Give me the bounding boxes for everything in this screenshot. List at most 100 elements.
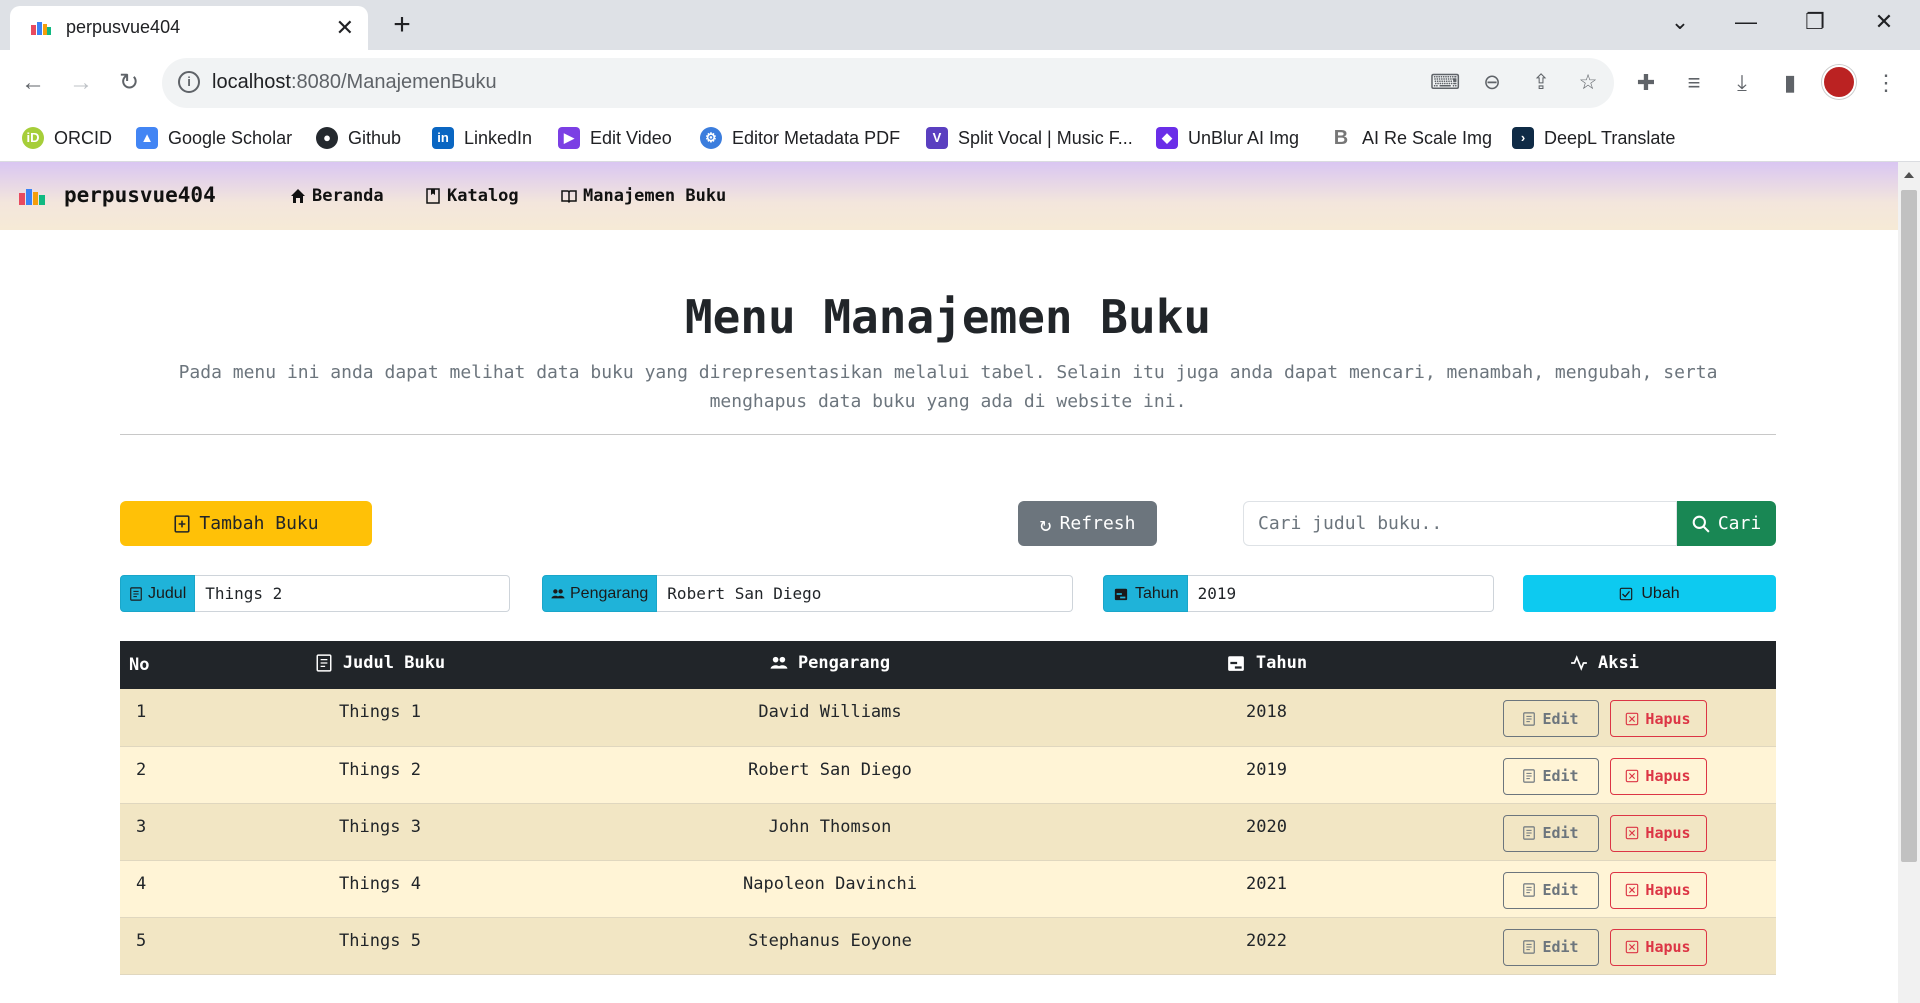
header-divider	[120, 434, 1776, 435]
delete-button[interactable]: Hapus	[1609, 814, 1707, 852]
scroll-up-arrow-icon[interactable]	[1904, 172, 1914, 178]
close-window-icon[interactable]: ✕	[1864, 8, 1904, 36]
table-row: 3 Things 3 John Thomson 2020 Edit Hapus	[120, 803, 1776, 861]
cell-aksi: Edit Hapus	[1433, 803, 1776, 861]
restore-icon[interactable]: ❐	[1795, 8, 1835, 36]
add-book-button[interactable]: Tambah Buku	[120, 501, 372, 546]
pengarang-field[interactable]	[657, 575, 1073, 612]
scroll-thumb[interactable]	[1901, 190, 1917, 862]
refresh-icon: ↻	[1039, 511, 1052, 536]
orcid-icon: iD	[22, 127, 44, 149]
books-favicon-icon	[31, 22, 51, 35]
menu-kebab-icon[interactable]: ⋮	[1868, 64, 1904, 102]
books-logo-icon	[19, 189, 45, 205]
tahun-field[interactable]	[1187, 575, 1494, 612]
bookmark-editor-metadata-pdf[interactable]: ⚙ Editor Metadata PDF	[700, 124, 900, 152]
tab-search-chevron-icon[interactable]: ⌄	[1660, 8, 1700, 36]
bookmark-linkedin[interactable]: in LinkedIn	[432, 124, 532, 152]
url-text[interactable]: localhost:8080/ManajemenBuku	[212, 71, 497, 94]
search-icon	[1692, 515, 1710, 533]
bookmark-split-vocal[interactable]: V Split Vocal | Music F...	[926, 124, 1133, 152]
judul-field[interactable]	[195, 575, 510, 612]
cell-no: 4	[120, 860, 200, 918]
cell-tahun: 2018	[1100, 689, 1433, 747]
journal-edit-icon	[1523, 769, 1536, 783]
page-scrollbar[interactable]	[1898, 162, 1920, 1003]
journal-edit-icon	[1523, 826, 1536, 840]
people-icon	[770, 656, 788, 669]
delete-button[interactable]: Hapus	[1609, 700, 1707, 737]
cell-judul: Things 2	[200, 746, 560, 804]
github-icon: ●	[316, 127, 338, 149]
bookmark-orcid[interactable]: iD ORCID	[22, 124, 112, 152]
linkedin-icon: in	[432, 127, 454, 149]
download-icon[interactable]: ⤓	[1724, 64, 1760, 102]
forward-arrow-icon[interactable]: →	[62, 64, 100, 102]
table-row: 1 Things 1 David Williams 2018 Edit Hapus	[120, 689, 1776, 747]
journal-edit-icon	[1523, 711, 1536, 726]
bookmarks-bar: iD ORCID ▲ Google Scholar ● Github in Li…	[0, 116, 1920, 162]
edit-button[interactable]: Edit	[1502, 757, 1599, 795]
x-square-icon	[1626, 712, 1639, 725]
bookmark-ai-rescale[interactable]: B AI Re Scale Img	[1330, 124, 1492, 152]
update-button[interactable]: Ubah	[1523, 575, 1776, 612]
books-table: No Judul Buku Pengarang Tahun Aksi 1 Thi…	[120, 641, 1776, 975]
share-icon[interactable]: ⇪	[1528, 70, 1554, 96]
delete-button[interactable]: Hapus	[1609, 928, 1707, 966]
header-no: No	[120, 641, 200, 689]
vocal-remover-icon: V	[926, 127, 948, 149]
page-viewport: perpusvue404 Beranda Katalog Manajemen B…	[0, 162, 1898, 1003]
journal-edit-icon	[1523, 940, 1536, 954]
tahun-label: Tahun	[1103, 575, 1188, 612]
address-bar[interactable]: i localhost:8080/ManajemenBuku ⌨ ⊖ ⇪ ☆	[162, 58, 1614, 108]
header-aksi: Aksi	[1433, 641, 1776, 689]
bookmark-deepl[interactable]: › DeepL Translate	[1512, 124, 1675, 152]
bookmark-unblur[interactable]: ◆ UnBlur AI Img	[1156, 124, 1299, 152]
minimize-icon[interactable]: —	[1726, 8, 1766, 36]
reload-icon[interactable]: ↻	[110, 64, 148, 102]
bookmark-edit-video[interactable]: ▶ Edit Video	[558, 124, 672, 152]
search-button[interactable]: Cari	[1677, 501, 1776, 546]
check-square-icon	[1620, 587, 1633, 600]
bookmark-star-icon[interactable]: ☆	[1575, 70, 1601, 96]
table-row: 2 Things 2 Robert San Diego 2019 Edit Hapus	[120, 746, 1776, 804]
cell-judul: Things 1	[200, 689, 560, 747]
side-panel-icon[interactable]: ▮	[1772, 64, 1808, 102]
pengarang-label: Pengarang	[542, 575, 658, 612]
cell-tahun: 2022	[1100, 917, 1433, 975]
activity-icon	[1571, 655, 1587, 671]
delete-button[interactable]: Hapus	[1609, 871, 1707, 909]
edit-button[interactable]: Edit	[1502, 928, 1599, 966]
journal-text-icon	[130, 586, 142, 601]
delete-button[interactable]: Hapus	[1609, 757, 1707, 795]
new-tab-button[interactable]: +	[384, 8, 420, 44]
back-arrow-icon[interactable]: ←	[14, 64, 52, 102]
refresh-button[interactable]: ↻ Refresh	[1018, 501, 1157, 546]
cell-pengarang: Robert San Diego	[560, 746, 1100, 804]
zoom-icon[interactable]: ⊖	[1479, 70, 1505, 96]
journal-plus-icon	[174, 514, 190, 533]
tab-close-icon[interactable]: ✕	[336, 14, 354, 42]
edit-button[interactable]: Edit	[1502, 700, 1599, 737]
translate-icon[interactable]: ⌨	[1430, 70, 1460, 96]
x-square-icon	[1626, 883, 1639, 897]
bookmark-google-scholar[interactable]: ▲ Google Scholar	[136, 124, 292, 152]
page-title: Menu Manajemen Buku	[684, 290, 1212, 344]
browser-tab[interactable]: perpusvue404 ✕	[10, 6, 368, 50]
media-queue-icon[interactable]: ≡	[1676, 64, 1712, 102]
cell-no: 3	[120, 803, 200, 861]
site-info-icon[interactable]: i	[178, 71, 200, 93]
cell-no: 1	[120, 689, 200, 747]
profile-avatar[interactable]	[1822, 65, 1856, 99]
cell-aksi: Edit Hapus	[1433, 917, 1776, 975]
bookmark-github[interactable]: ● Github	[316, 124, 401, 152]
journal-text-icon	[316, 654, 332, 672]
deepl-icon: ›	[1512, 127, 1534, 149]
cell-no: 2	[120, 746, 200, 804]
search-input[interactable]	[1243, 501, 1677, 546]
x-square-icon	[1626, 826, 1639, 840]
edit-button[interactable]: Edit	[1502, 814, 1599, 852]
extensions-puzzle-icon[interactable]: ✚	[1628, 64, 1664, 102]
cell-aksi: Edit Hapus	[1433, 689, 1776, 747]
edit-button[interactable]: Edit	[1502, 871, 1599, 909]
